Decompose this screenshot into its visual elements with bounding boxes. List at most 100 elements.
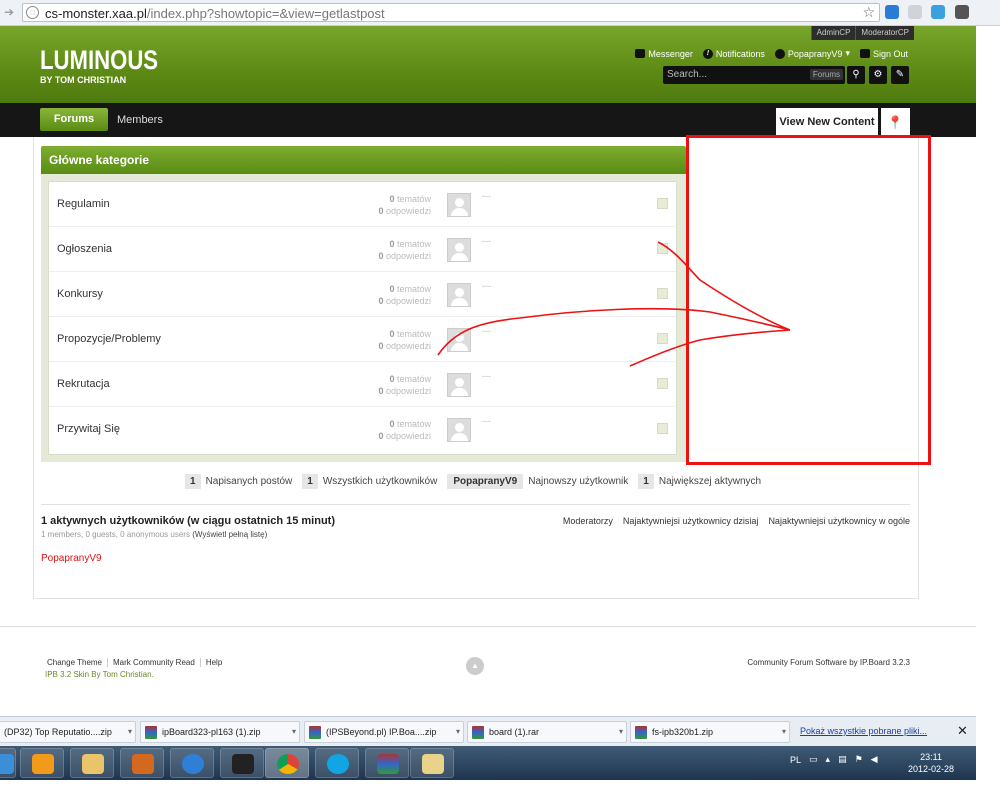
pin-icon[interactable]: 📍 [881, 108, 910, 137]
forum-list: Regulamin 0 tematów 0 odpowiedzi --- Ogło… [48, 181, 677, 455]
forum-row[interactable]: Konkursy 0 tematów 0 odpowiedzi --- [49, 272, 676, 317]
forward-icon[interactable]: ➔ [4, 5, 18, 19]
chrome-icon [277, 754, 299, 774]
change-theme-link[interactable]: Change Theme [47, 658, 107, 667]
close-icon[interactable]: ✕ [957, 723, 968, 739]
mark-read-icon[interactable] [657, 423, 668, 434]
top-today-link[interactable]: Najaktywniejsi użytkownicy dzisiaj [623, 516, 759, 526]
forum-name[interactable]: Przywitaj Się [57, 423, 120, 435]
taskbar-app[interactable] [265, 748, 309, 778]
taskbar-app[interactable] [410, 748, 454, 778]
users-stat: 1 Wszystkich użytkowników [302, 474, 437, 489]
forum-row[interactable]: Regulamin 0 tematów 0 odpowiedzi --- [49, 182, 676, 227]
notifications-link[interactable]: ! Notifications [702, 48, 765, 59]
help-link[interactable]: Help [199, 658, 227, 667]
skin-credit[interactable]: IPB 3.2 Skin By Tom Christian. [45, 670, 154, 679]
forum-name[interactable]: Konkursy [57, 288, 103, 300]
tab-forums[interactable]: Forums [40, 108, 108, 131]
avatar [447, 193, 471, 217]
taskbar-app[interactable] [170, 748, 214, 778]
clock[interactable]: 23:11 2012-02-28 [908, 751, 954, 775]
admincp-link[interactable]: AdminCP [810, 26, 856, 40]
wrench-icon[interactable] [955, 5, 969, 19]
full-list-link[interactable]: (Wyświetl pełną listę) [192, 530, 267, 539]
search-input[interactable]: Search... Forums [663, 66, 845, 84]
online-user-link[interactable]: PopapranyV9 [41, 553, 102, 564]
most-online-stat: 1 Największej aktywnych [638, 474, 761, 489]
category-title[interactable]: Główne kategorie [41, 146, 686, 174]
brush-icon[interactable]: ✎ [891, 66, 909, 84]
taskbar-app[interactable] [20, 748, 64, 778]
download-item[interactable]: board (1).rar ▾ [467, 721, 627, 743]
search-scope[interactable]: Forums [809, 69, 843, 80]
taskbar-app[interactable] [120, 748, 164, 778]
forum-row[interactable]: Rekrutacja 0 tematów 0 odpowiedzi --- [49, 362, 676, 407]
active-users-title: 1 aktywnych użytkowników (w ciągu ostatn… [41, 515, 335, 527]
forum-row[interactable]: Ogłoszenia 0 tematów 0 odpowiedzi --- [49, 227, 676, 272]
browser-toolbar: ➔ ◌ cs-monster.xaa.pl/index.php?showtopi… [0, 0, 1000, 26]
back-to-top-icon[interactable]: ▲ [466, 657, 484, 675]
tray-expand-icon[interactable]: ▴ [826, 754, 831, 765]
view-new-content-button[interactable]: View New Content [776, 108, 878, 137]
forum-row[interactable]: Propozycje/Problemy 0 tematów 0 odpowiedz… [49, 317, 676, 362]
media-player-icon [32, 754, 54, 774]
os-taskbar: PL ▭ ▴ ▤ ⚑ ◀ 23:11 2012-02-28 [0, 746, 976, 780]
network-icon[interactable]: ▤ [838, 754, 847, 765]
chevron-down-icon[interactable]: ▾ [619, 722, 623, 742]
site-logo[interactable]: LUMINOUS BY TOM CHRISTIAN [40, 46, 184, 85]
search-icon[interactable]: ⚲ [847, 66, 865, 84]
forum-stats: 0 tematów 0 odpowiedzi [378, 374, 431, 396]
download-item[interactable]: fs-ipb320b1.zip ▾ [630, 721, 790, 743]
tab-members[interactable]: Members [117, 114, 163, 126]
mark-read-icon[interactable] [657, 333, 668, 344]
download-item[interactable]: (DP32) Top Reputatio....zip ▾ [0, 721, 136, 743]
address-bar[interactable]: ◌ cs-monster.xaa.pl/index.php?showtopic=… [22, 3, 880, 22]
gear-icon[interactable]: ⚙ [869, 66, 887, 84]
last-post: --- [482, 281, 491, 291]
mark-read-link[interactable]: Mark Community Read [107, 658, 200, 667]
forum-name[interactable]: Ogłoszenia [57, 243, 112, 255]
forum-stats: 0 tematów 0 odpowiedzi [378, 194, 431, 216]
mark-read-icon[interactable] [657, 243, 668, 254]
forum-name[interactable]: Propozycje/Problemy [57, 333, 161, 345]
mark-read-icon[interactable] [657, 288, 668, 299]
flag-icon[interactable]: ⚑ [855, 754, 863, 765]
powered-by[interactable]: Community Forum Software by IP.Board 3.2… [747, 658, 910, 667]
chevron-down-icon[interactable]: ▾ [128, 722, 132, 742]
bookmark-star-icon[interactable]: ☆ [862, 4, 875, 21]
moderatorcp-link[interactable]: ModeratorCP [855, 26, 914, 40]
start-button[interactable] [0, 748, 16, 778]
forum-name[interactable]: Rekrutacja [57, 378, 110, 390]
forum-name[interactable]: Regulamin [57, 198, 110, 210]
forum-stats: 0 tematów 0 odpowiedzi [378, 329, 431, 351]
forum-row[interactable]: Przywitaj Się 0 tematów 0 odpowiedzi --- [49, 407, 676, 452]
sign-out-link[interactable]: Sign Out [859, 48, 908, 59]
skype-ext-icon[interactable] [931, 5, 945, 19]
top-overall-link[interactable]: Najaktywniejsi użytkownicy w ogóle [768, 516, 910, 526]
show-all-downloads-link[interactable]: Pokaż wszystkie pobrane pliki... [800, 726, 927, 736]
chevron-down-icon[interactable]: ▾ [292, 722, 296, 742]
user-menu[interactable]: PopapranyV9 ▾ [774, 48, 850, 59]
language-indicator[interactable]: PL [790, 755, 801, 765]
moderators-link[interactable]: Moderatorzy [563, 516, 613, 526]
taskbar-app[interactable] [365, 748, 409, 778]
url-text: cs-monster.xaa.pl/index.php?showtopic=&v… [45, 6, 385, 21]
archive-icon [472, 726, 484, 740]
signal-icon[interactable] [908, 5, 922, 19]
download-item[interactable]: (IPSBeyond.pl) IP.Boa....zip ▾ [304, 721, 464, 743]
volume-icon[interactable]: ◀ [871, 754, 878, 765]
mark-read-icon[interactable] [657, 378, 668, 389]
messenger-link[interactable]: Messenger [635, 48, 693, 59]
chevron-down-icon[interactable]: ▾ [782, 722, 786, 742]
mark-read-icon[interactable] [657, 198, 668, 209]
primary-nav: Forums Members View New Content 📍 [0, 103, 976, 137]
extension-icon[interactable] [885, 5, 899, 19]
taskbar-app[interactable] [220, 748, 264, 778]
keyboard-icon[interactable]: ▭ [809, 754, 818, 765]
chevron-down-icon[interactable]: ▾ [456, 722, 460, 742]
taskbar-app[interactable] [70, 748, 114, 778]
taskbar-app[interactable] [315, 748, 359, 778]
newest-user-stat[interactable]: PopapranyV9 Najnowszy użytkownik [447, 474, 628, 489]
download-item[interactable]: ipBoard323-pl163 (1).zip ▾ [140, 721, 300, 743]
archive-icon [635, 726, 647, 740]
